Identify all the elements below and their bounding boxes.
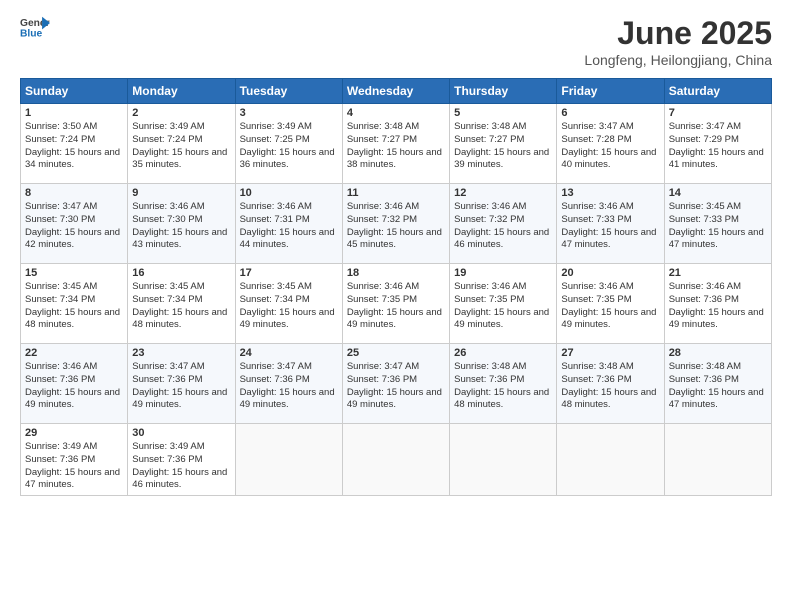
header-wednesday: Wednesday xyxy=(342,79,449,104)
day-16: 16 Sunrise: 3:45 AMSunset: 7:34 PMDaylig… xyxy=(128,264,235,344)
calendar: Sunday Monday Tuesday Wednesday Thursday… xyxy=(20,78,772,496)
day-8: 8 Sunrise: 3:47 AMSunset: 7:30 PMDayligh… xyxy=(21,184,128,264)
svg-text:Blue: Blue xyxy=(20,28,43,39)
day-28: 28 Sunrise: 3:48 AMSunset: 7:36 PMDaylig… xyxy=(664,344,771,424)
day-6: 6 Sunrise: 3:47 AMSunset: 7:28 PMDayligh… xyxy=(557,104,664,184)
day-9: 9 Sunrise: 3:46 AMSunset: 7:30 PMDayligh… xyxy=(128,184,235,264)
month-year: June 2025 xyxy=(584,15,772,52)
day-19: 19 Sunrise: 3:46 AMSunset: 7:35 PMDaylig… xyxy=(450,264,557,344)
week-row-2: 8 Sunrise: 3:47 AMSunset: 7:30 PMDayligh… xyxy=(21,184,772,264)
week-row-4: 22 Sunrise: 3:46 AMSunset: 7:36 PMDaylig… xyxy=(21,344,772,424)
day-20: 20 Sunrise: 3:46 AMSunset: 7:35 PMDaylig… xyxy=(557,264,664,344)
day-24: 24 Sunrise: 3:47 AMSunset: 7:36 PMDaylig… xyxy=(235,344,342,424)
day-21: 21 Sunrise: 3:46 AMSunset: 7:36 PMDaylig… xyxy=(664,264,771,344)
day-14: 14 Sunrise: 3:45 AMSunset: 7:33 PMDaylig… xyxy=(664,184,771,264)
day-22: 22 Sunrise: 3:46 AMSunset: 7:36 PMDaylig… xyxy=(21,344,128,424)
header-sunday: Sunday xyxy=(21,79,128,104)
day-30: 30 Sunrise: 3:49 AMSunset: 7:36 PMDaylig… xyxy=(128,424,235,496)
day-27: 27 Sunrise: 3:48 AMSunset: 7:36 PMDaylig… xyxy=(557,344,664,424)
location: Longfeng, Heilongjiang, China xyxy=(584,52,772,68)
generalblue-logo-icon: General Blue xyxy=(20,15,50,39)
day-13: 13 Sunrise: 3:46 AMSunset: 7:33 PMDaylig… xyxy=(557,184,664,264)
day-11: 11 Sunrise: 3:46 AMSunset: 7:32 PMDaylig… xyxy=(342,184,449,264)
header-monday: Monday xyxy=(128,79,235,104)
day-23: 23 Sunrise: 3:47 AMSunset: 7:36 PMDaylig… xyxy=(128,344,235,424)
day-3: 3 Sunrise: 3:49 AMSunset: 7:25 PMDayligh… xyxy=(235,104,342,184)
empty-cell-4 xyxy=(557,424,664,496)
calendar-header-row: Sunday Monday Tuesday Wednesday Thursday… xyxy=(21,79,772,104)
day-1: 1 Sunrise: 3:50 AMSunset: 7:24 PMDayligh… xyxy=(21,104,128,184)
day-26: 26 Sunrise: 3:48 AMSunset: 7:36 PMDaylig… xyxy=(450,344,557,424)
week-row-1: 1 Sunrise: 3:50 AMSunset: 7:24 PMDayligh… xyxy=(21,104,772,184)
day-10: 10 Sunrise: 3:46 AMSunset: 7:31 PMDaylig… xyxy=(235,184,342,264)
title-block: June 2025 Longfeng, Heilongjiang, China xyxy=(584,15,772,68)
header-tuesday: Tuesday xyxy=(235,79,342,104)
day-5: 5 Sunrise: 3:48 AMSunset: 7:27 PMDayligh… xyxy=(450,104,557,184)
day-15: 15 Sunrise: 3:45 AMSunset: 7:34 PMDaylig… xyxy=(21,264,128,344)
day-29: 29 Sunrise: 3:49 AMSunset: 7:36 PMDaylig… xyxy=(21,424,128,496)
empty-cell-5 xyxy=(664,424,771,496)
day-18: 18 Sunrise: 3:46 AMSunset: 7:35 PMDaylig… xyxy=(342,264,449,344)
logo: General Blue xyxy=(20,15,50,39)
day-4: 4 Sunrise: 3:48 AMSunset: 7:27 PMDayligh… xyxy=(342,104,449,184)
header-thursday: Thursday xyxy=(450,79,557,104)
week-row-3: 15 Sunrise: 3:45 AMSunset: 7:34 PMDaylig… xyxy=(21,264,772,344)
day-7: 7 Sunrise: 3:47 AMSunset: 7:29 PMDayligh… xyxy=(664,104,771,184)
header: General Blue June 2025 Longfeng, Heilong… xyxy=(20,15,772,68)
empty-cell-3 xyxy=(450,424,557,496)
page: General Blue June 2025 Longfeng, Heilong… xyxy=(0,0,792,612)
day-25: 25 Sunrise: 3:47 AMSunset: 7:36 PMDaylig… xyxy=(342,344,449,424)
header-friday: Friday xyxy=(557,79,664,104)
day-2: 2 Sunrise: 3:49 AMSunset: 7:24 PMDayligh… xyxy=(128,104,235,184)
empty-cell-2 xyxy=(342,424,449,496)
week-row-5: 29 Sunrise: 3:49 AMSunset: 7:36 PMDaylig… xyxy=(21,424,772,496)
empty-cell-1 xyxy=(235,424,342,496)
day-12: 12 Sunrise: 3:46 AMSunset: 7:32 PMDaylig… xyxy=(450,184,557,264)
day-17: 17 Sunrise: 3:45 AMSunset: 7:34 PMDaylig… xyxy=(235,264,342,344)
header-saturday: Saturday xyxy=(664,79,771,104)
